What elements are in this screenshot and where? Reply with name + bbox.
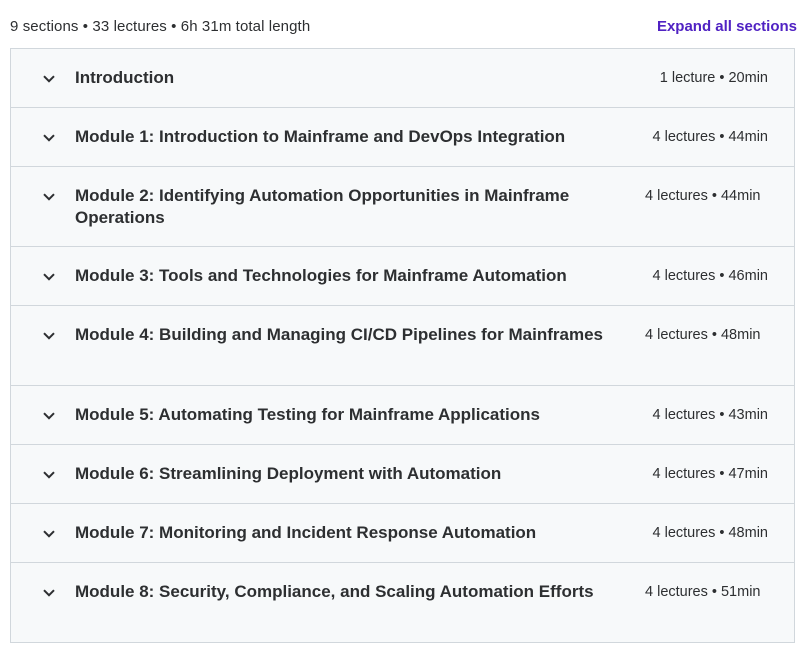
- section-title: Module 8: Security, Compliance, and Scal…: [75, 582, 594, 601]
- section-module-4[interactable]: Module 4: Building and Managing CI/CD Pi…: [11, 306, 794, 386]
- section-title: Module 5: Automating Testing for Mainfra…: [75, 405, 540, 424]
- section-module-2[interactable]: Module 2: Identifying Automation Opportu…: [11, 167, 794, 247]
- section-title: Module 7: Monitoring and Incident Respon…: [75, 523, 537, 542]
- chevron-down-icon: [41, 186, 57, 208]
- section-module-7[interactable]: Module 7: Monitoring and Incident Respon…: [11, 504, 794, 563]
- section-meta: 4 lectures • 48min: [645, 327, 761, 343]
- section-meta: 4 lectures • 44min: [652, 129, 769, 145]
- chevron-down-icon: [41, 464, 57, 486]
- chevron-down-icon: [41, 127, 57, 149]
- section-module-5[interactable]: Module 5: Automating Testing for Mainfra…: [11, 386, 794, 445]
- section-meta: 1 lecture • 20min: [659, 70, 768, 86]
- chevron-down-icon: [41, 582, 57, 604]
- section-title: Module 3: Tools and Technologies for Mai…: [75, 266, 567, 285]
- section-meta: 4 lectures • 48min: [652, 525, 769, 541]
- section-title: Module 1: Introduction to Mainframe and …: [75, 127, 566, 146]
- section-module-1[interactable]: Module 1: Introduction to Mainframe and …: [11, 108, 794, 167]
- section-module-8[interactable]: Module 8: Security, Compliance, and Scal…: [11, 563, 794, 642]
- section-introduction[interactable]: Introduction 1 lecture • 20min: [11, 49, 794, 108]
- chevron-down-icon: [41, 68, 57, 90]
- section-meta: 4 lectures • 47min: [652, 466, 769, 482]
- expand-all-sections-button[interactable]: Expand all sections: [657, 18, 797, 35]
- section-meta: 4 lectures • 46min: [652, 268, 769, 284]
- section-module-3[interactable]: Module 3: Tools and Technologies for Mai…: [11, 247, 794, 306]
- chevron-down-icon: [41, 405, 57, 427]
- chevron-down-icon: [41, 523, 57, 545]
- chevron-down-icon: [41, 266, 57, 288]
- section-meta: 4 lectures • 51min: [645, 584, 761, 600]
- section-meta: 4 lectures • 43min: [652, 407, 769, 423]
- section-meta: 4 lectures • 44min: [645, 188, 761, 204]
- curriculum-accordion: Introduction 1 lecture • 20min Module 1:…: [10, 48, 795, 643]
- course-summary: 9 sections • 33 lectures • 6h 31m total …: [10, 17, 311, 35]
- section-title: Module 4: Building and Managing CI/CD Pi…: [75, 325, 603, 344]
- section-title: Module 6: Streamlining Deployment with A…: [75, 464, 502, 483]
- section-title: Introduction: [75, 68, 175, 87]
- section-title: Module 2: Identifying Automation Opportu…: [75, 186, 570, 227]
- curriculum-header: 9 sections • 33 lectures • 6h 31m total …: [10, 16, 797, 36]
- section-module-6[interactable]: Module 6: Streamlining Deployment with A…: [11, 445, 794, 504]
- chevron-down-icon: [41, 325, 57, 347]
